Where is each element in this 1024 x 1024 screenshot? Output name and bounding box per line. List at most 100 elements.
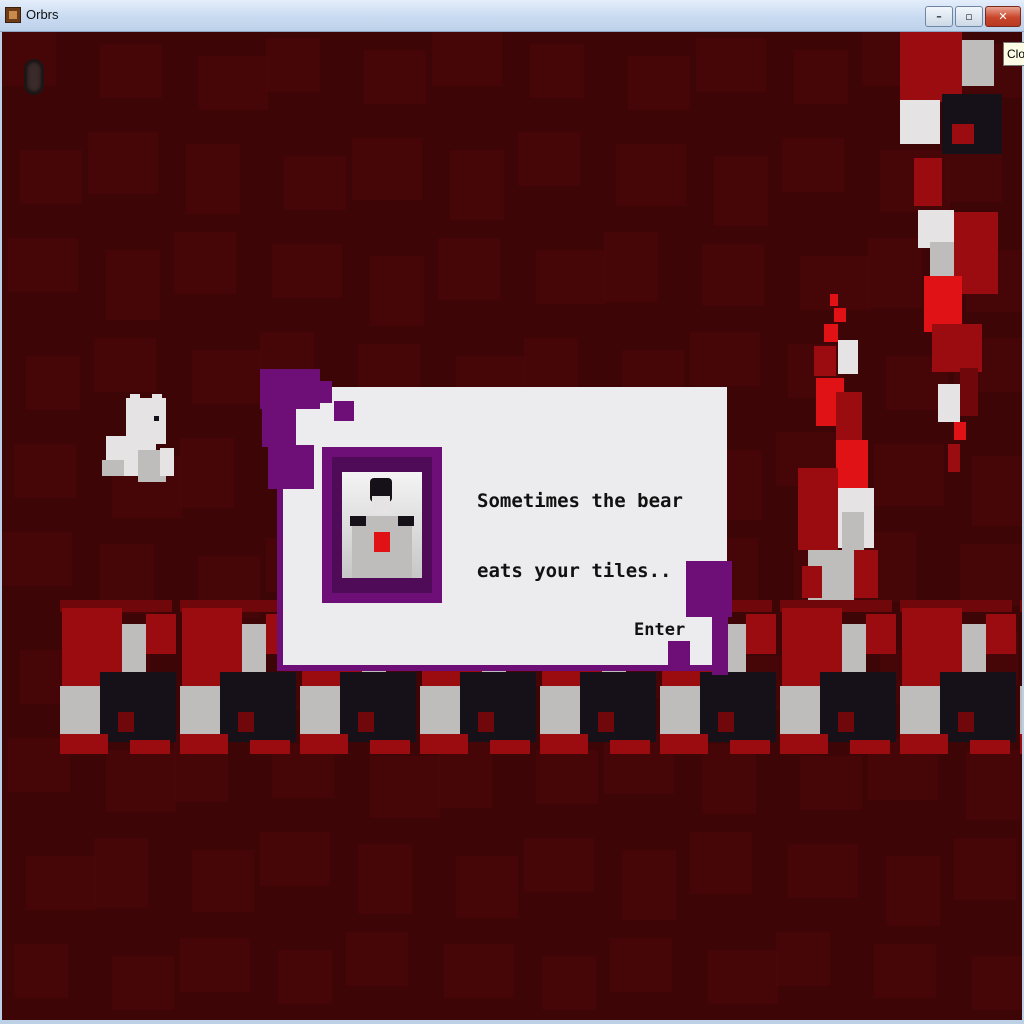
dialog-corner-decoration <box>308 381 332 403</box>
background-tile <box>776 932 830 986</box>
background-tile <box>794 50 848 104</box>
background-tile <box>284 156 346 210</box>
floor-tile-block <box>146 614 176 654</box>
dialog-corner-decoration <box>668 641 690 671</box>
floor-tile-block <box>718 712 734 732</box>
floor-tile-block <box>460 672 536 742</box>
background-tile <box>874 444 944 506</box>
close-button[interactable]: ✕ <box>985 6 1021 27</box>
floor-tile-block <box>478 712 494 732</box>
background-tile <box>174 232 236 294</box>
background-tile <box>370 256 424 326</box>
floor-tile-block <box>250 740 290 754</box>
background-tile <box>352 138 422 200</box>
background-tile <box>518 132 580 186</box>
pause-indicator-icon[interactable] <box>24 59 44 95</box>
floor-tile-block <box>100 672 176 742</box>
background-tile <box>94 338 156 392</box>
floor-tile-block <box>300 734 348 754</box>
maximize-button[interactable]: ▫ <box>955 6 983 27</box>
bear-eye <box>154 416 159 421</box>
background-tile <box>616 144 686 206</box>
minimize-button[interactable]: – <box>925 6 953 27</box>
background-tile <box>26 356 80 410</box>
story-dialog: Sometimes the bear eats your tiles.. Ent… <box>260 369 732 675</box>
background-tile <box>450 150 504 220</box>
floor-tile-block <box>970 740 1010 754</box>
floor-tile-block <box>238 712 254 732</box>
floor-tile-block <box>1020 734 1022 754</box>
background-tile <box>2 532 72 586</box>
background-tile <box>26 856 96 910</box>
floor-tile-block <box>958 712 974 732</box>
floor-tile-block <box>900 734 948 754</box>
dialog-line-2: eats your tiles.. <box>477 560 672 582</box>
background-tile <box>180 438 234 508</box>
bear-ear <box>130 394 140 404</box>
floor-tile-block <box>850 740 890 754</box>
floor-tile-block <box>820 672 896 742</box>
background-tile <box>702 244 764 306</box>
floor-tile-block <box>340 672 416 742</box>
close-tooltip: Clo <box>1003 42 1024 66</box>
dialog-line-1: Sometimes the bear <box>477 490 683 512</box>
background-tile <box>278 950 332 1004</box>
dialog-corner-decoration <box>262 407 296 447</box>
floor-tile-block <box>986 614 1016 654</box>
floor-tile-block <box>838 712 854 732</box>
floor-tile-block <box>130 740 170 754</box>
bear-paw <box>102 460 124 476</box>
floor-tile-block <box>358 712 374 732</box>
background-tile <box>628 56 690 110</box>
background-tile <box>260 832 330 886</box>
background-tile <box>690 332 760 386</box>
background-tile <box>432 32 502 86</box>
portrait-inner-frame <box>332 457 432 593</box>
background-tile <box>788 844 858 898</box>
title-bar[interactable]: Orbrs – ▫ ✕ <box>0 0 1024 32</box>
background-tile <box>20 150 82 204</box>
floor-tile-block <box>780 734 828 754</box>
background-tile <box>954 838 1016 900</box>
floor-tile-block <box>940 672 1016 742</box>
background-tile <box>438 238 500 300</box>
background-tile <box>100 44 162 98</box>
floor-tile-block <box>60 734 108 754</box>
window-title: Orbrs <box>26 7 59 22</box>
bear-arm <box>160 448 174 476</box>
background-tile <box>782 138 844 192</box>
background-tile <box>358 844 412 914</box>
background-tile <box>524 338 578 392</box>
game-window: Orbrs – ▫ ✕ Sometimes the bear eats your… <box>0 0 1024 1024</box>
background-tile <box>702 744 756 814</box>
floor-tile-block <box>598 712 614 732</box>
background-tile <box>542 956 596 1010</box>
bear-ear <box>152 394 162 404</box>
floor-tile-block <box>370 740 410 754</box>
floor-tile-block <box>220 672 296 742</box>
background-tile <box>868 238 922 308</box>
character-portrait-frame <box>322 447 442 603</box>
dialog-corner-decoration <box>712 617 728 675</box>
background-tile <box>88 132 158 194</box>
background-tile <box>370 756 440 818</box>
floor-tile-block <box>490 740 530 754</box>
background-tile <box>94 838 148 908</box>
background-tile <box>444 944 514 998</box>
background-tile <box>610 938 672 992</box>
background-tile <box>186 144 240 214</box>
background-tile <box>192 350 262 404</box>
app-icon <box>5 7 21 23</box>
background-tile <box>622 850 676 920</box>
background-tile <box>530 44 584 98</box>
game-canvas[interactable]: Sometimes the bear eats your tiles.. Ent… <box>2 32 1022 1020</box>
background-tile <box>886 856 940 926</box>
background-tile <box>960 544 1022 606</box>
background-tile <box>696 38 766 92</box>
background-tile <box>192 850 254 912</box>
background-tile <box>364 50 426 104</box>
background-tile <box>536 750 598 804</box>
background-tile <box>604 232 658 302</box>
character-portrait-image <box>342 472 422 578</box>
enter-continue-button[interactable]: Enter <box>634 620 685 640</box>
